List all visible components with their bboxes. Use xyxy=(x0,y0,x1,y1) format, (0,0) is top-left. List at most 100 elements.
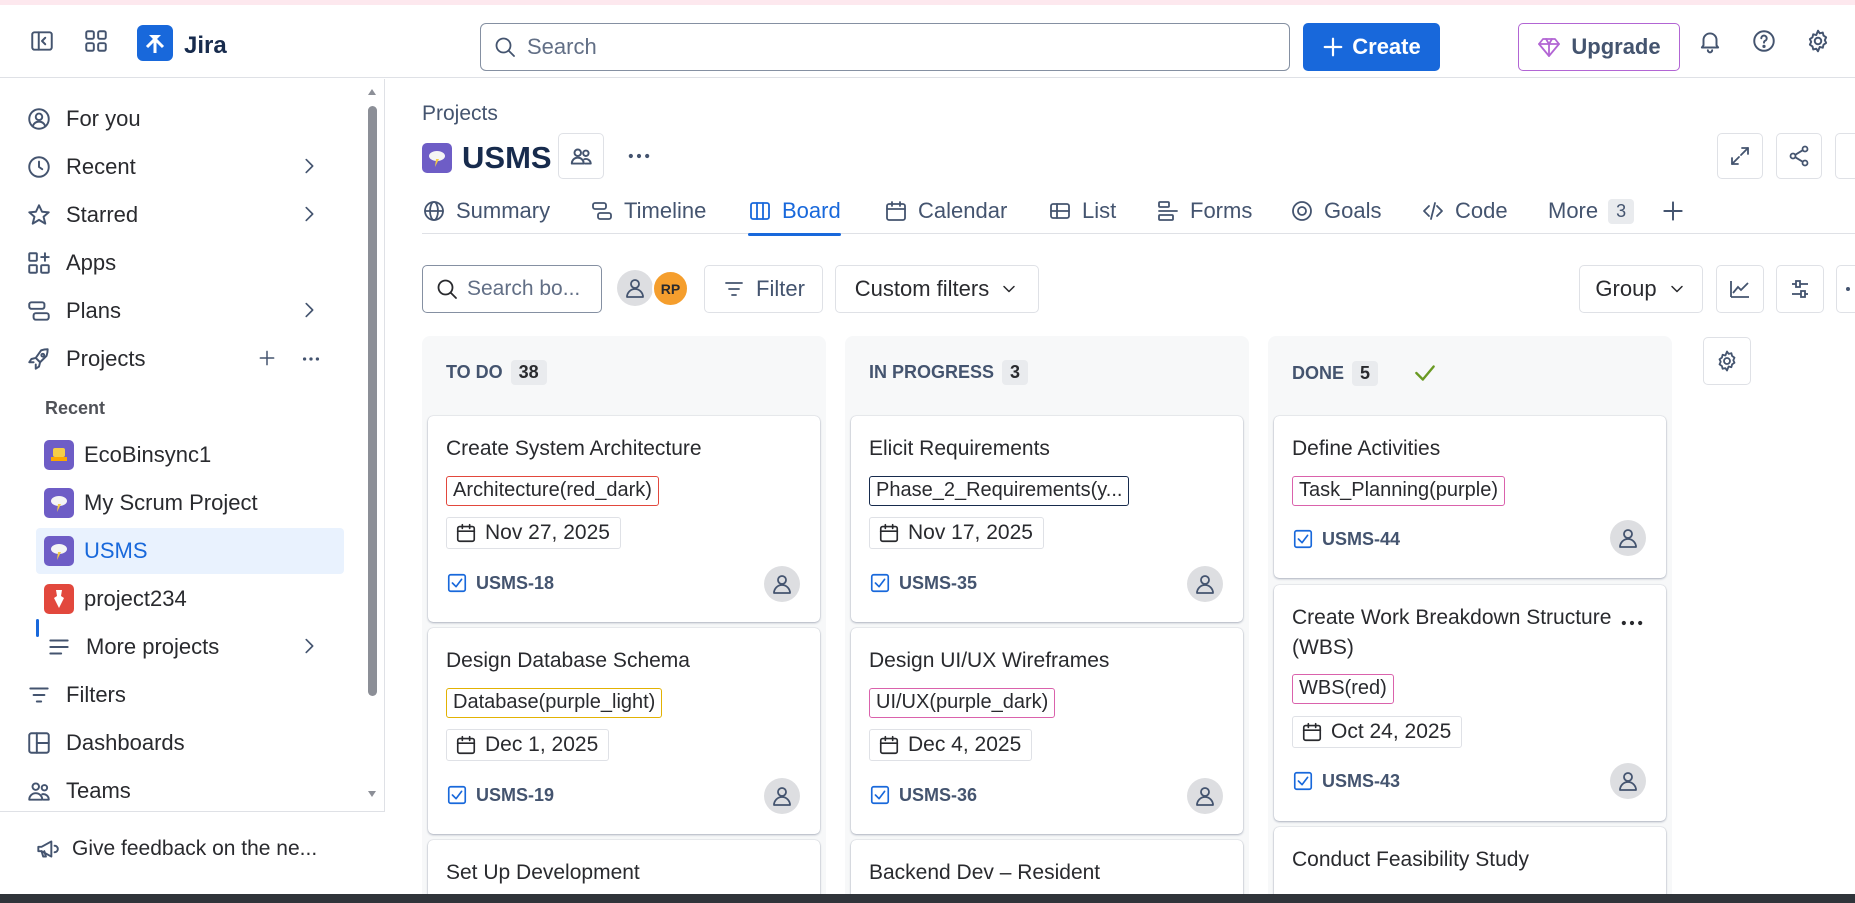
tab-goals[interactable]: Goals xyxy=(1290,188,1381,234)
issue-card[interactable]: Create System Architecture Architecture(… xyxy=(428,416,820,622)
sidebar-item-more-projects[interactable]: More projects xyxy=(44,625,344,669)
settings-gear-icon[interactable] xyxy=(1800,23,1836,59)
card-key[interactable]: USMS-35 xyxy=(869,572,977,594)
chevron-right-icon[interactable] xyxy=(294,203,324,225)
tab-list[interactable]: List xyxy=(1048,188,1116,234)
dashboard-icon xyxy=(24,730,54,756)
group-dropdown[interactable]: Group xyxy=(1579,265,1703,313)
add-tab-plus-icon[interactable] xyxy=(1660,198,1686,224)
tab-forms[interactable]: Forms xyxy=(1156,188,1252,234)
card-key[interactable]: USMS-19 xyxy=(446,784,554,806)
sidebar-item-projects[interactable]: Projects xyxy=(24,337,344,381)
add-project-plus-icon[interactable] xyxy=(252,348,282,368)
upgrade-button[interactable]: Upgrade xyxy=(1518,23,1680,71)
assignee-avatar[interactable] xyxy=(764,566,800,602)
task-checkbox-icon xyxy=(869,572,891,594)
custom-filters-dropdown[interactable]: Custom filters xyxy=(835,265,1039,313)
app-name[interactable]: Jira xyxy=(184,32,227,60)
project-item-label: project234 xyxy=(84,586,187,611)
project-more-icon[interactable] xyxy=(621,143,657,169)
notifications-bell-icon[interactable] xyxy=(1692,23,1728,59)
task-checkbox-icon xyxy=(446,784,468,806)
sidebar-item-starred[interactable]: Starred xyxy=(24,193,344,237)
filter-button[interactable]: Filter xyxy=(704,265,823,313)
teams-icon xyxy=(24,778,54,804)
issue-card[interactable]: Conduct Feasibility Study xyxy=(1274,827,1666,903)
global-search[interactable] xyxy=(480,23,1290,71)
issue-card[interactable]: Design UI/UX Wireframes UI/UX(purple_dar… xyxy=(851,628,1243,834)
tab-label: Calendar xyxy=(918,198,1008,223)
fullscreen-expand-icon[interactable] xyxy=(1717,133,1763,179)
filter-label: Filter xyxy=(756,276,805,301)
sidebar-item-recent[interactable]: Recent xyxy=(24,145,344,189)
calendar-icon xyxy=(878,734,900,756)
toolbar-more-button[interactable] xyxy=(1836,265,1855,313)
jira-logo-icon[interactable] xyxy=(137,25,173,61)
chevron-right-icon[interactable] xyxy=(294,299,324,321)
card-key[interactable]: USMS-43 xyxy=(1292,770,1400,792)
sidebar-toggle-icon[interactable] xyxy=(24,23,60,59)
assignee-filter-avatar[interactable] xyxy=(617,270,653,306)
column-name: DONE xyxy=(1292,362,1345,383)
more-horizontal-icon[interactable] xyxy=(296,348,326,370)
card-key[interactable]: USMS-18 xyxy=(446,572,554,594)
tab-label: Code xyxy=(1455,198,1508,223)
issue-card[interactable]: Elicit Requirements Phase_2_Requirements… xyxy=(851,416,1243,622)
tab-count-badge: 3 xyxy=(1608,198,1635,224)
sidebar-scroll-thumb[interactable] xyxy=(368,106,377,696)
team-members-icon[interactable] xyxy=(558,133,604,179)
assignee-avatar[interactable] xyxy=(1187,778,1223,814)
sidebar-item-teams[interactable]: Teams xyxy=(24,769,344,813)
sidebar-item-for-you[interactable]: For you xyxy=(24,97,344,141)
project-item-usms[interactable]: USMS xyxy=(36,528,344,574)
breadcrumb[interactable]: Projects xyxy=(422,102,498,126)
card-key[interactable]: USMS-36 xyxy=(869,784,977,806)
project-item-my-scrum-project[interactable]: My Scrum Project xyxy=(36,480,344,526)
tab-board[interactable]: Board xyxy=(748,188,841,236)
chevron-right-icon[interactable] xyxy=(294,155,324,177)
project-item-project234[interactable]: project234 xyxy=(36,576,344,622)
sidebar-item-plans[interactable]: Plans xyxy=(24,289,344,333)
issue-card[interactable]: Define Activities Task_Planning(purple) … xyxy=(1274,416,1666,578)
assignee-avatar[interactable] xyxy=(1610,763,1646,799)
column-header: DONE 5 xyxy=(1292,360,1438,386)
card-more-icon[interactable] xyxy=(1618,609,1646,637)
view-settings-sliders-icon[interactable] xyxy=(1776,265,1824,313)
assignee-avatar[interactable] xyxy=(764,778,800,814)
chevron-right-icon[interactable] xyxy=(294,635,324,657)
sidebar-item-apps[interactable]: Apps xyxy=(24,241,344,285)
list-table-icon xyxy=(1048,199,1072,223)
issue-card[interactable]: Design Database Schema Database(purple_l… xyxy=(428,628,820,834)
create-button[interactable]: Create xyxy=(1303,23,1440,71)
tab-timeline[interactable]: Timeline xyxy=(590,188,706,234)
tab-summary[interactable]: Summary xyxy=(422,188,550,234)
share-icon[interactable] xyxy=(1776,133,1822,179)
sidebar-item-filters[interactable]: Filters xyxy=(24,673,344,717)
board-search[interactable] xyxy=(422,265,602,313)
insights-chart-icon[interactable] xyxy=(1716,265,1764,313)
sidebar-item-dashboards[interactable]: Dashboards xyxy=(24,721,344,765)
card-title: Define Activities xyxy=(1292,437,1441,460)
tab-more[interactable]: More 3 xyxy=(1548,188,1635,234)
megaphone-icon xyxy=(34,836,60,862)
due-date-text: Dec 4, 2025 xyxy=(908,733,1022,756)
assignee-avatar[interactable] xyxy=(1610,520,1646,556)
help-icon[interactable] xyxy=(1746,23,1782,59)
avatar-rp[interactable]: RP xyxy=(652,270,689,307)
tab-calendar[interactable]: Calendar xyxy=(884,188,1007,234)
issue-card[interactable]: Create Work Breakdown Structure (WBS) WB… xyxy=(1274,585,1666,821)
board-search-input[interactable] xyxy=(467,277,593,301)
give-feedback-link[interactable]: Give feedback on the ne... xyxy=(34,836,317,862)
search-input[interactable] xyxy=(527,34,1267,60)
filter-icon xyxy=(722,277,746,301)
column-settings-gear-icon[interactable] xyxy=(1703,337,1751,385)
column-count-badge: 3 xyxy=(1002,360,1029,385)
app-switcher-icon[interactable] xyxy=(78,23,114,59)
tab-code[interactable]: Code xyxy=(1421,188,1508,234)
project-item-ecobinsync1[interactable]: EcoBinsync1 xyxy=(36,432,344,478)
lightning-button[interactable] xyxy=(1835,133,1855,179)
assignee-avatar[interactable] xyxy=(1187,566,1223,602)
card-key[interactable]: USMS-44 xyxy=(1292,528,1400,550)
due-date-text: Dec 1, 2025 xyxy=(485,733,599,756)
globe-icon xyxy=(422,199,446,223)
